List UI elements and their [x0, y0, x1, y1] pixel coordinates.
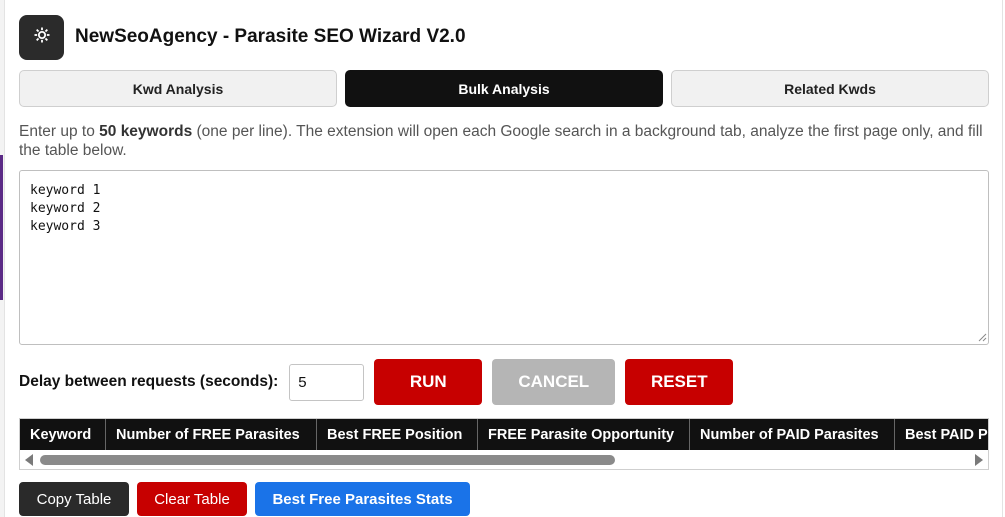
delay-label: Delay between requests (seconds):: [19, 373, 279, 390]
horizontal-scrollbar[interactable]: [20, 450, 988, 469]
instructions-prefix: Enter up to: [19, 123, 100, 140]
app-logo: [19, 14, 64, 60]
column-header-paid-parasites[interactable]: Number of PAID Parasites: [690, 419, 895, 450]
instructions-text: Enter up to 50 keywords (one per line). …: [19, 122, 994, 160]
header: NewSeoAgency - Parasite SEO Wizard V2.0: [19, 14, 466, 60]
table-actions: Copy Table Clear Table Best Free Parasit…: [19, 482, 470, 516]
reset-button[interactable]: RESET: [625, 359, 734, 405]
background-accent: [0, 155, 3, 300]
keywords-textarea[interactable]: keyword 1 keyword 2 keyword 3: [19, 170, 989, 345]
scrollbar-thumb[interactable]: [40, 455, 615, 465]
app-title: NewSeoAgency - Parasite SEO Wizard V2.0: [75, 26, 466, 47]
instructions-bold: 50 keywords: [99, 123, 193, 140]
column-header-best-free-position[interactable]: Best FREE Position: [317, 419, 478, 450]
tab-bulk-analysis[interactable]: Bulk Analysis: [345, 70, 663, 107]
column-header-best-paid-position[interactable]: Best PAID Position: [895, 419, 988, 450]
best-free-parasites-stats-button[interactable]: Best Free Parasites Stats: [255, 482, 470, 516]
extension-popup: NewSeoAgency - Parasite SEO Wizard V2.0 …: [4, 0, 1003, 517]
copy-table-button[interactable]: Copy Table: [19, 482, 129, 516]
column-header-free-parasites[interactable]: Number of FREE Parasites: [106, 419, 317, 450]
column-header-keyword[interactable]: Keyword: [20, 419, 106, 450]
resize-grip-icon[interactable]: [978, 333, 987, 342]
tab-related-kwds[interactable]: Related Kwds: [671, 70, 989, 107]
scroll-left-icon[interactable]: [25, 454, 33, 466]
cancel-button[interactable]: CANCEL: [492, 359, 616, 405]
tab-bar: Kwd Analysis Bulk Analysis Related Kwds: [19, 70, 989, 107]
tab-kwd-analysis[interactable]: Kwd Analysis: [19, 70, 337, 107]
clear-table-button[interactable]: Clear Table: [137, 482, 247, 516]
delay-input[interactable]: [289, 363, 365, 401]
scroll-right-icon[interactable]: [975, 454, 983, 466]
run-button[interactable]: RUN: [374, 359, 483, 405]
column-header-free-opportunity[interactable]: FREE Parasite Opportunity: [478, 419, 690, 450]
gear-icon: [33, 26, 51, 49]
controls-row: Delay between requests (seconds): RUN CA…: [19, 359, 734, 405]
table-header-row: Keyword Number of FREE Parasites Best FR…: [20, 419, 988, 450]
results-table: Keyword Number of FREE Parasites Best FR…: [19, 418, 989, 470]
